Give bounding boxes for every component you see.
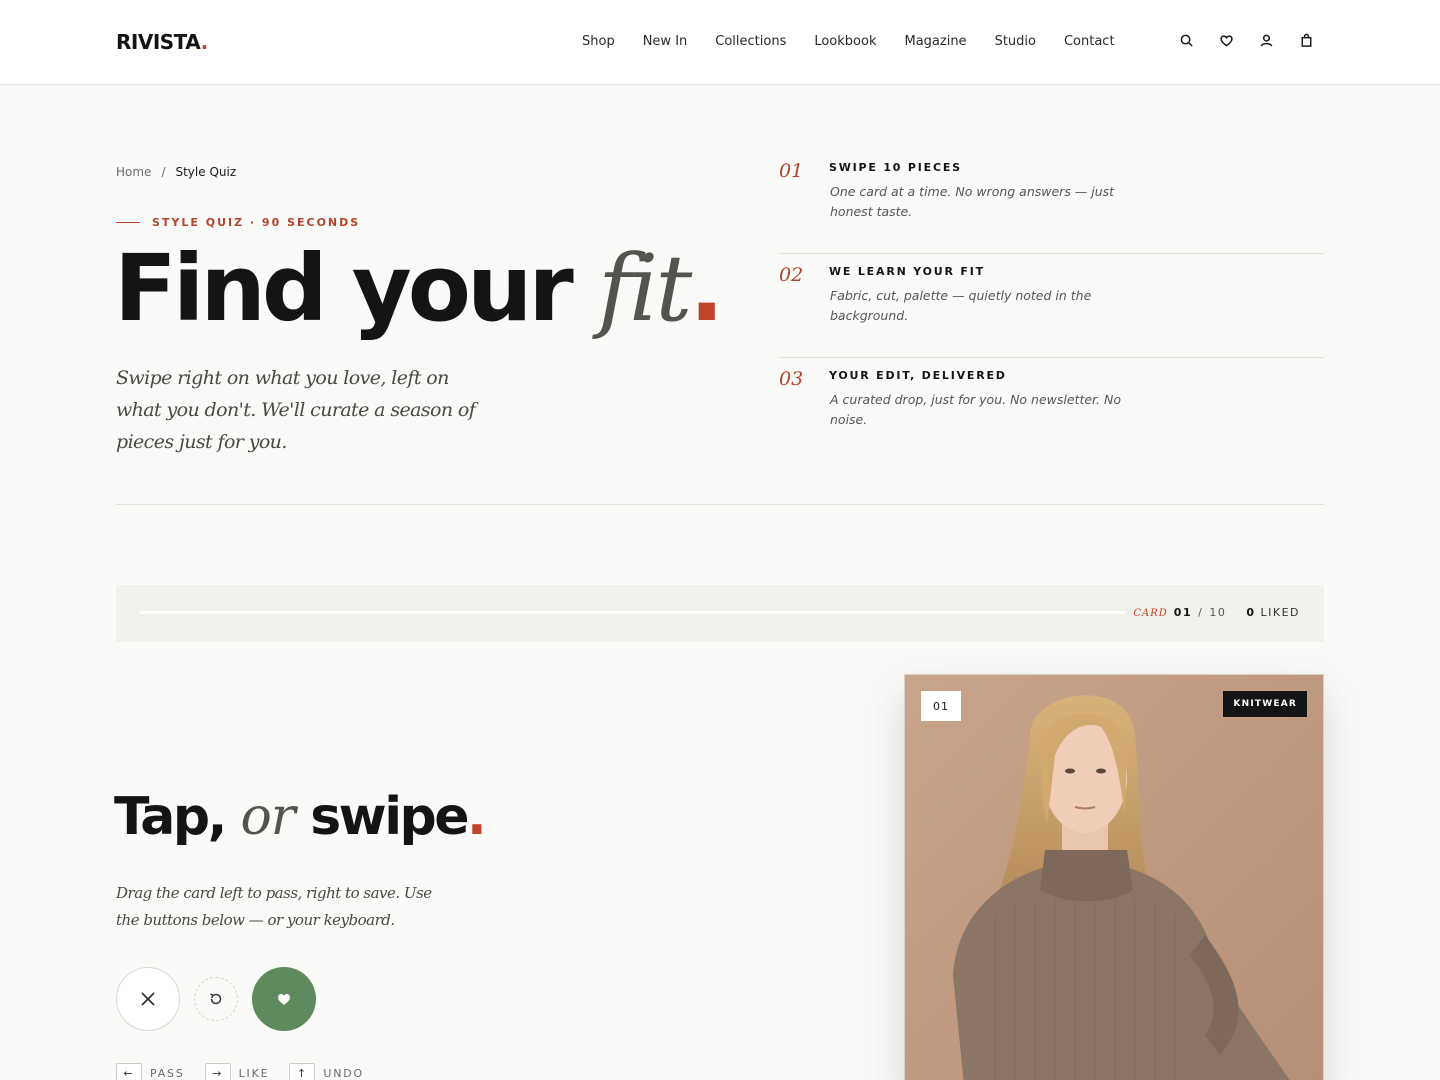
step-description: A curated drop, just for you. No newslet… [830, 392, 1121, 427]
site-header: RIVISTA. Shop New In Collections Lookboo… [0, 0, 1440, 85]
key-hint-undo: ↑ UNDO [289, 1063, 364, 1080]
tap-title-italic: or [240, 787, 295, 847]
section-subtitle: Drag the card left to pass, right to sav… [116, 884, 432, 929]
eyebrow-rule [116, 222, 140, 223]
key-label: LIKE [238, 1066, 270, 1080]
breadcrumb: Home / Style Quiz [116, 165, 236, 179]
progress-meta: CARD 01 / 10 0 LIKED [1133, 606, 1300, 619]
nav-studio[interactable]: Studio [995, 34, 1036, 49]
progress-separator: / [1198, 606, 1204, 619]
progress-total: 10 [1209, 606, 1227, 619]
hero-subtitle: Swipe right on what you love, left on wh… [116, 367, 476, 453]
step-title: WE LEARN YOUR FIT [829, 265, 985, 278]
heart-icon[interactable] [1216, 30, 1236, 50]
hero-eyebrow: STYLE QUIZ · 90 SECONDS [116, 216, 360, 229]
search-icon[interactable] [1176, 30, 1196, 50]
swipe-card[interactable]: 01 KNITWEAR [904, 674, 1324, 1080]
liked-label: LIKED [1260, 606, 1300, 619]
page-title: Find your fit. [114, 235, 724, 342]
step-description: One card at a time. No wrong answers — j… [830, 184, 1115, 219]
liked-counter: 0 LIKED [1246, 606, 1300, 619]
title-italic: fit [597, 235, 692, 342]
step-item: 02 WE LEARN YOUR FIT Fabric, cut, palett… [779, 254, 1324, 358]
undo-button[interactable] [194, 977, 238, 1021]
breadcrumb-separator: / [161, 165, 166, 179]
progress-card-label: CARD [1133, 608, 1168, 619]
step-number: 03 [779, 368, 804, 390]
liked-count: 0 [1246, 606, 1256, 619]
nav-lookbook[interactable]: Lookbook [814, 34, 876, 49]
title-dot: . [689, 235, 724, 342]
quiz-steps: 01 SWIPE 10 PIECES One card at a time. N… [779, 150, 1324, 462]
breadcrumb-current: Style Quiz [175, 165, 237, 179]
card-number: 01 [921, 691, 961, 721]
category-badge: KNITWEAR [1223, 691, 1307, 717]
nav-magazine[interactable]: Magazine [904, 34, 966, 49]
quiz-progress: CARD 01 / 10 0 LIKED [116, 585, 1324, 642]
brand-logo[interactable]: RIVISTA. [116, 30, 208, 54]
section-title: Tap, or swipe. [114, 787, 487, 847]
close-icon [141, 992, 155, 1006]
step-item: 01 SWIPE 10 PIECES One card at a time. N… [779, 150, 1324, 254]
key-cap: ← [116, 1063, 142, 1080]
user-icon[interactable] [1256, 30, 1276, 50]
step-title: SWIPE 10 PIECES [829, 161, 962, 174]
header-icons [1176, 30, 1336, 50]
key-hint-pass: ← PASS [116, 1063, 185, 1080]
tap-title-b: swipe [294, 787, 469, 847]
main-nav: Shop New In Collections Lookbook Magazin… [582, 34, 1143, 49]
key-label: UNDO [323, 1066, 364, 1080]
nav-contact[interactable]: Contact [1064, 34, 1115, 49]
progress-track [140, 611, 1125, 614]
nav-shop[interactable]: Shop [582, 34, 615, 49]
keyboard-hints: ← PASS → LIKE ↑ UNDO [116, 1063, 364, 1080]
section-divider [116, 504, 1324, 505]
step-item: 03 YOUR EDIT, DELIVERED A curated drop, … [779, 358, 1324, 462]
brand-name: RIVISTA [116, 30, 201, 54]
like-button[interactable] [252, 967, 316, 1031]
undo-icon [210, 993, 222, 1005]
tap-title-dot: . [467, 787, 487, 847]
tap-title-a: Tap, [114, 787, 241, 847]
step-title: YOUR EDIT, DELIVERED [829, 369, 1007, 382]
pass-button[interactable] [116, 967, 180, 1031]
step-description: Fabric, cut, palette — quietly noted in … [830, 288, 1092, 323]
key-cap: ↑ [289, 1063, 316, 1080]
title-main: Find your [114, 235, 598, 342]
product-photo [905, 675, 1323, 1080]
breadcrumb-home[interactable]: Home [116, 165, 151, 179]
key-cap: → [204, 1063, 231, 1080]
step-number: 01 [779, 160, 804, 182]
step-number: 02 [779, 264, 804, 286]
bag-icon[interactable] [1296, 30, 1316, 50]
nav-collections[interactable]: Collections [715, 34, 786, 49]
nav-new-in[interactable]: New In [643, 34, 688, 49]
key-label: PASS [150, 1066, 185, 1080]
key-hint-like: → LIKE [204, 1063, 270, 1080]
progress-current: 01 [1173, 606, 1193, 619]
eyebrow-text: STYLE QUIZ · 90 SECONDS [152, 216, 361, 229]
brand-dot: . [200, 30, 209, 54]
heart-icon [278, 994, 290, 1005]
